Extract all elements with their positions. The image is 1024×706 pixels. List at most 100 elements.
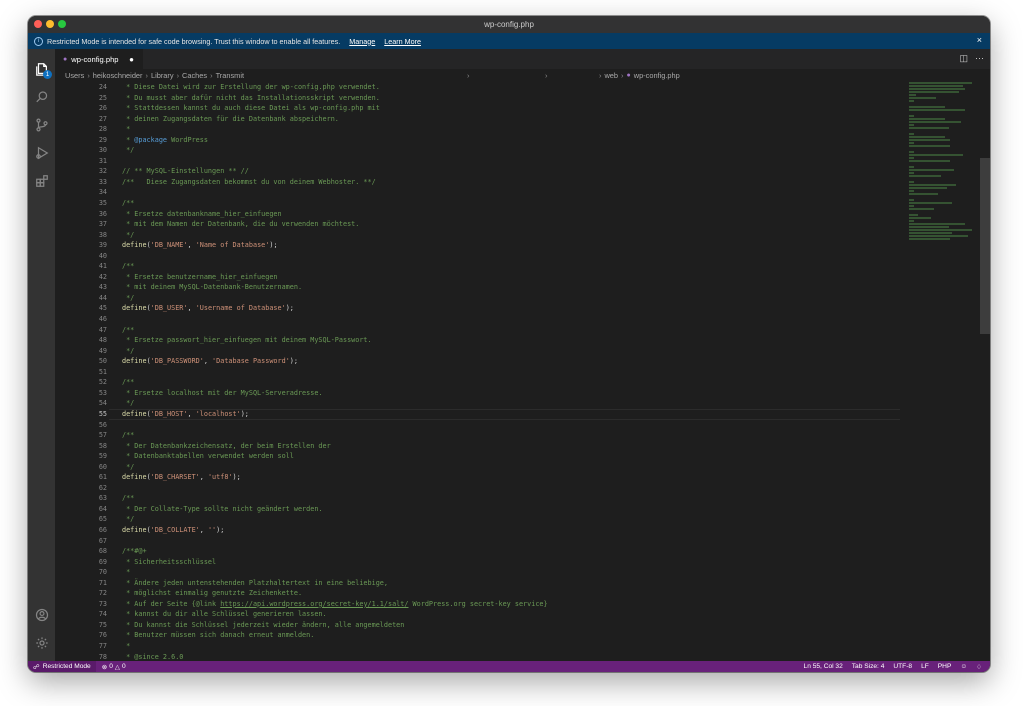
code-line[interactable]: * Diese Datei wird zur Erstellung der wp… bbox=[122, 82, 900, 93]
breadcrumb-item[interactable]: heikoschneider bbox=[93, 71, 143, 80]
code-line[interactable]: /**#@+ bbox=[122, 546, 900, 557]
minimize-window-button[interactable] bbox=[46, 20, 54, 28]
minimap-row bbox=[909, 226, 949, 228]
code-line[interactable]: ​ bbox=[122, 156, 900, 167]
line-number: 31 bbox=[98, 156, 107, 165]
minimap-row bbox=[909, 181, 915, 183]
restricted-mode-indicator[interactable]: ☍ Restricted Mode bbox=[28, 661, 96, 672]
code-line[interactable]: /** bbox=[122, 377, 900, 388]
run-debug-icon[interactable] bbox=[28, 139, 55, 167]
code-line[interactable]: ​ bbox=[122, 483, 900, 494]
breadcrumb-item[interactable]: Users bbox=[65, 71, 84, 80]
learn-more-link[interactable]: Learn More bbox=[384, 37, 421, 46]
close-window-button[interactable] bbox=[34, 20, 42, 28]
code-line[interactable]: * bbox=[122, 641, 900, 652]
code-line[interactable]: */ bbox=[122, 230, 900, 241]
breadcrumb-item[interactable]: Caches bbox=[182, 71, 207, 80]
code-line[interactable]: * Du kannst die Schlüssel jederzeit wied… bbox=[122, 620, 900, 631]
code-line[interactable]: /** bbox=[122, 261, 900, 272]
code-line[interactable]: */ bbox=[122, 398, 900, 409]
code-line[interactable]: */ bbox=[122, 346, 900, 357]
code-line[interactable]: * Ersetze localhost mit der MySQL-Server… bbox=[122, 388, 900, 399]
code-editor[interactable]: 24 25 26 27 28 29 30 31 32 33 34 35 36 37 38 39 40 41 42 43… bbox=[55, 82, 990, 661]
code-line[interactable]: * Stattdessen kannst du auch diese Datei… bbox=[122, 103, 900, 114]
code-line[interactable]: /** bbox=[122, 325, 900, 336]
code-line[interactable]: ​ bbox=[122, 420, 900, 431]
account-icon[interactable] bbox=[28, 601, 55, 629]
source-control-icon[interactable] bbox=[28, 111, 55, 139]
line-number: 42 bbox=[98, 272, 107, 281]
code-line[interactable]: define('DB_HOST', 'localhost'); bbox=[122, 409, 900, 420]
code-line[interactable]: * bbox=[122, 567, 900, 578]
minimap[interactable] bbox=[909, 82, 979, 242]
explorer-icon[interactable]: 1 bbox=[28, 55, 55, 83]
minimap-row bbox=[909, 160, 951, 162]
code-line[interactable]: define('DB_COLLATE', ''); bbox=[122, 525, 900, 536]
code-line[interactable]: * Ersetze datenbankname_hier_einfuegen bbox=[122, 209, 900, 220]
code-line[interactable]: * bbox=[122, 124, 900, 135]
code-line[interactable]: * möglichst einmalig genutzte Zeichenket… bbox=[122, 588, 900, 599]
code-line[interactable]: * Der Datenbankzeichensatz, der beim Ers… bbox=[122, 441, 900, 452]
feedback-icon[interactable]: ☺ bbox=[960, 663, 967, 671]
code-line[interactable]: */ bbox=[122, 514, 900, 525]
settings-gear-icon[interactable] bbox=[28, 629, 55, 657]
code-line[interactable]: define('DB_CHARSET', 'utf8'); bbox=[122, 472, 900, 483]
code-line[interactable]: * Benutzer müssen sich danach erneut anm… bbox=[122, 630, 900, 641]
code-line[interactable]: ​ bbox=[122, 314, 900, 325]
code-line[interactable]: * Du musst aber dafür nicht das Installa… bbox=[122, 93, 900, 104]
code-line[interactable]: * mit dem Namen der Datenbank, die du ve… bbox=[122, 219, 900, 230]
breadcrumb-item[interactable]: Library bbox=[151, 71, 174, 80]
split-editor-icon[interactable]: ◫ bbox=[959, 53, 968, 64]
code-line[interactable]: define('DB_USER', 'Username of Database'… bbox=[122, 303, 900, 314]
code-line[interactable]: * kannst du dir alle Schlüssel generiere… bbox=[122, 609, 900, 620]
code-line[interactable]: */ bbox=[122, 462, 900, 473]
code-line[interactable]: * deinen Zugangsdaten für die Datenbank … bbox=[122, 114, 900, 125]
vertical-scrollbar[interactable] bbox=[980, 158, 990, 334]
unsaved-indicator[interactable]: ● bbox=[129, 55, 134, 64]
breadcrumb-item[interactable]: wp-config.php bbox=[634, 71, 680, 80]
search-icon[interactable] bbox=[28, 83, 55, 111]
code-line[interactable]: * Sicherheitsschlüssel bbox=[122, 557, 900, 568]
code-line[interactable]: /** bbox=[122, 430, 900, 441]
code-line[interactable]: ​ bbox=[122, 251, 900, 262]
cursor-position[interactable]: Ln 55, Col 32 bbox=[804, 663, 843, 671]
code-line[interactable]: * Ersetze passwort_hier_einfuegen mit de… bbox=[122, 335, 900, 346]
code-line[interactable]: */ bbox=[122, 145, 900, 156]
code-line[interactable]: * Ändere jeden untenstehenden Platzhalte… bbox=[122, 578, 900, 589]
code-line[interactable]: * Ersetze benutzername_hier_einfuegen bbox=[122, 272, 900, 283]
end-of-line[interactable]: LF bbox=[921, 663, 929, 671]
notifications-bell-icon[interactable]: ♢ bbox=[976, 663, 982, 671]
encoding[interactable]: UTF-8 bbox=[893, 663, 912, 671]
code-line[interactable]: define('DB_NAME', 'Name of Database'); bbox=[122, 240, 900, 251]
tab-size[interactable]: Tab Size: 4 bbox=[852, 663, 885, 671]
tab-wp-config[interactable]: ● wp-config.php ● bbox=[55, 49, 143, 69]
minimap-row bbox=[909, 193, 938, 195]
code-line[interactable]: * Datenbanktabellen verwendet werden sol… bbox=[122, 451, 900, 462]
code-line[interactable]: // ** MySQL-Einstellungen ** // bbox=[122, 166, 900, 177]
code-line[interactable]: /** bbox=[122, 493, 900, 504]
code-line[interactable]: * Auf der Seite {@link https://api.wordp… bbox=[122, 599, 900, 610]
code-line[interactable]: ​ bbox=[122, 187, 900, 198]
breadcrumb-item[interactable]: web bbox=[604, 71, 618, 80]
breadcrumb-item[interactable]: Transmit bbox=[216, 71, 244, 80]
code-lines[interactable]: * Diese Datei wird zur Erstellung der wp… bbox=[122, 82, 900, 661]
code-line[interactable]: /** Diese Zugangsdaten bekommst du von d… bbox=[122, 177, 900, 188]
code-line[interactable]: ​ bbox=[122, 536, 900, 547]
code-line[interactable]: * @package WordPress bbox=[122, 135, 900, 146]
line-number: 76 bbox=[98, 631, 107, 640]
code-line[interactable]: * mit deinem MySQL-Datenbank-Benutzernam… bbox=[122, 282, 900, 293]
close-banner-icon[interactable]: × bbox=[977, 35, 982, 45]
more-actions-icon[interactable]: ⋯ bbox=[975, 53, 984, 64]
code-line[interactable]: * Der Collate-Type sollte nicht geändert… bbox=[122, 504, 900, 515]
problems-indicator[interactable]: ⊗ 0 △ 0 bbox=[102, 663, 126, 671]
minimap-row bbox=[909, 190, 915, 192]
code-line[interactable]: /** bbox=[122, 198, 900, 209]
zoom-window-button[interactable] bbox=[58, 20, 66, 28]
code-line[interactable]: define('DB_PASSWORD', 'Database Password… bbox=[122, 356, 900, 367]
code-line[interactable]: * @since 2.6.0 bbox=[122, 652, 900, 661]
manage-link[interactable]: Manage bbox=[349, 37, 375, 46]
extensions-icon[interactable] bbox=[28, 167, 55, 195]
code-line[interactable]: */ bbox=[122, 293, 900, 304]
code-line[interactable]: ​ bbox=[122, 367, 900, 378]
language-mode[interactable]: PHP bbox=[938, 663, 952, 671]
